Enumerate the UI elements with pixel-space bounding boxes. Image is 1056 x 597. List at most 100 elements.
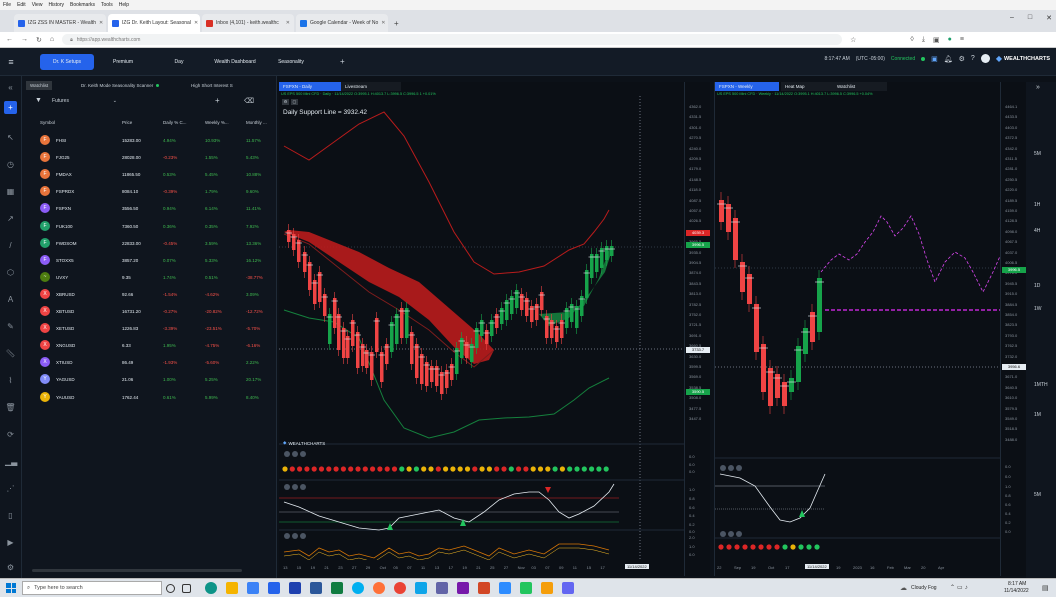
excel-icon[interactable]: [331, 582, 343, 594]
reload-icon[interactable]: ↻: [36, 36, 42, 44]
watchlist-row[interactable]: X XBTUSD 16731.20 -0.27% -20.82% -12.72%: [22, 303, 277, 320]
col-daily[interactable]: Daily % C...: [163, 120, 187, 125]
tab-close-icon[interactable]: ✕: [194, 20, 198, 26]
weekly-price-chart[interactable]: [715, 82, 1001, 576]
indicator-settings-icon[interactable]: [300, 533, 306, 539]
timeframe-button[interactable]: 4H: [1034, 228, 1040, 234]
watchlist-row[interactable]: Y YAUUSD 1762.44 0.61% 5.99% 8.40%: [22, 389, 277, 406]
daily-price-chart[interactable]: [279, 82, 684, 576]
trash-icon[interactable]: 🗑︎: [5, 402, 16, 413]
candle-body[interactable]: [740, 262, 745, 292]
avatar[interactable]: [980, 54, 990, 63]
indicator-settings-icon[interactable]: [300, 451, 306, 457]
weekly-price-axis[interactable]: 4464.1 4433.5 4403.0 4372.5 4342.0 4311.5 4281…: [1000, 82, 1026, 576]
save-icon[interactable]: ▣: [931, 55, 938, 63]
hamburger-menu-icon[interactable]: ≡: [0, 57, 22, 67]
refresh-icon[interactable]: ⟳: [5, 429, 16, 440]
add-layout-button[interactable]: +: [340, 57, 345, 66]
network-icon[interactable]: ⋰: [5, 483, 16, 494]
candle-body[interactable]: [318, 272, 322, 302]
indicator-settings-icon[interactable]: [736, 465, 742, 471]
layout-tab[interactable]: Premium: [96, 54, 150, 70]
zoom-icon[interactable]: [499, 582, 511, 594]
tray-icons[interactable]: ⌃▭♪: [950, 584, 970, 591]
tab-close-icon[interactable]: ✕: [381, 20, 385, 26]
tab-watchlist[interactable]: Watchlist: [26, 81, 53, 90]
cursor-icon[interactable]: ↖: [5, 132, 16, 143]
indicator-settings-icon[interactable]: [292, 451, 298, 457]
watchlist-row[interactable]: F FHSI 15283.00 4.94% 10.93% 11.57%: [22, 132, 277, 149]
candle-body[interactable]: [390, 322, 394, 352]
candle-body[interactable]: [455, 348, 459, 374]
candle-body[interactable]: [480, 320, 484, 336]
store-icon[interactable]: [247, 582, 259, 594]
watchlist-row[interactable]: F FSPXN 3556.50 0.94% 6.14% 11.41%: [22, 200, 277, 217]
layout-tab[interactable]: Day: [152, 54, 206, 70]
filter-icon[interactable]: ▼: [35, 97, 42, 104]
minimize-icon[interactable]: –: [1010, 14, 1014, 22]
onenote-icon[interactable]: [457, 582, 469, 594]
cortana-icon[interactable]: [166, 584, 175, 593]
timeframe-button[interactable]: 1D: [1034, 283, 1040, 289]
skype-icon[interactable]: [352, 582, 364, 594]
candle-body[interactable]: [782, 382, 787, 406]
candle-body[interactable]: [733, 218, 738, 260]
shapes-icon[interactable]: ⬡: [5, 267, 16, 278]
indicator-settings-icon[interactable]: [292, 484, 298, 490]
candle-body[interactable]: [395, 314, 399, 344]
candle-body[interactable]: [590, 254, 594, 278]
mail-icon[interactable]: [268, 582, 280, 594]
powerpoint-icon[interactable]: [478, 582, 490, 594]
watchlist-scrollbar[interactable]: [32, 569, 242, 572]
indicator-settings-icon[interactable]: [736, 531, 742, 537]
candle-body[interactable]: [768, 368, 773, 406]
candle-body[interactable]: [747, 274, 752, 304]
candle-body[interactable]: [530, 306, 534, 322]
menu-bookmarks[interactable]: Bookmarks: [70, 2, 95, 8]
menu-history[interactable]: History: [48, 2, 64, 8]
tab-close-icon[interactable]: ✕: [99, 20, 103, 26]
timeframe-button[interactable]: 1MTH: [1034, 382, 1048, 388]
clock-icon[interactable]: ◷: [5, 159, 16, 170]
candle-body[interactable]: [485, 330, 489, 344]
candle-body[interactable]: [719, 200, 724, 222]
indicator-settings-icon[interactable]: [284, 533, 290, 539]
add-button-icon[interactable]: +: [4, 101, 17, 114]
candle-body[interactable]: [313, 280, 317, 304]
candle-body[interactable]: [495, 314, 499, 328]
candle-body[interactable]: [761, 344, 766, 392]
app-icon-1[interactable]: [520, 582, 532, 594]
layout-tab[interactable]: Dr. K Setups: [40, 53, 94, 70]
indicator-settings-icon[interactable]: [720, 465, 726, 471]
app-icon-2[interactable]: [541, 582, 553, 594]
indicator-settings-icon[interactable]: [300, 484, 306, 490]
candle-body[interactable]: [585, 270, 589, 298]
candle-body[interactable]: [490, 320, 494, 336]
outlook-icon[interactable]: [289, 582, 301, 594]
candle-body[interactable]: [610, 246, 614, 256]
candle-body[interactable]: [555, 326, 559, 342]
back-icon[interactable]: ←: [6, 36, 13, 43]
candle-body[interactable]: [500, 308, 504, 324]
indicator-settings-icon[interactable]: [728, 465, 734, 471]
pencil-icon[interactable]: ✎: [5, 321, 16, 332]
photos-icon[interactable]: [415, 582, 427, 594]
timeframe-button[interactable]: 1W: [1034, 306, 1042, 312]
calendar-icon[interactable]: ▦: [5, 186, 16, 197]
watchlist-row[interactable]: F FWDSOM 22833.00 -0.45% 3.59% 13.36%: [22, 235, 277, 252]
menu-view[interactable]: View: [32, 2, 43, 8]
candle-body[interactable]: [292, 234, 296, 250]
notification-icon[interactable]: ▤: [1042, 584, 1049, 592]
chart-icon[interactable]: ▁▃: [5, 456, 17, 467]
taskbar-search[interactable]: ⌕ Type here to search: [22, 581, 162, 595]
candle-body[interactable]: [520, 294, 524, 310]
collapse-icon[interactable]: «: [5, 82, 16, 93]
indicator-settings-icon[interactable]: [284, 484, 290, 490]
candle-body[interactable]: [789, 378, 794, 392]
col-price[interactable]: Price: [122, 120, 132, 125]
candle-body[interactable]: [810, 312, 815, 342]
watchlist-row[interactable]: X XNGUSD 6.33 1.95% -4.75% -6.16%: [22, 337, 277, 354]
candle-body[interactable]: [796, 346, 801, 382]
candle-body[interactable]: [754, 304, 759, 352]
candle-body[interactable]: [430, 366, 434, 382]
